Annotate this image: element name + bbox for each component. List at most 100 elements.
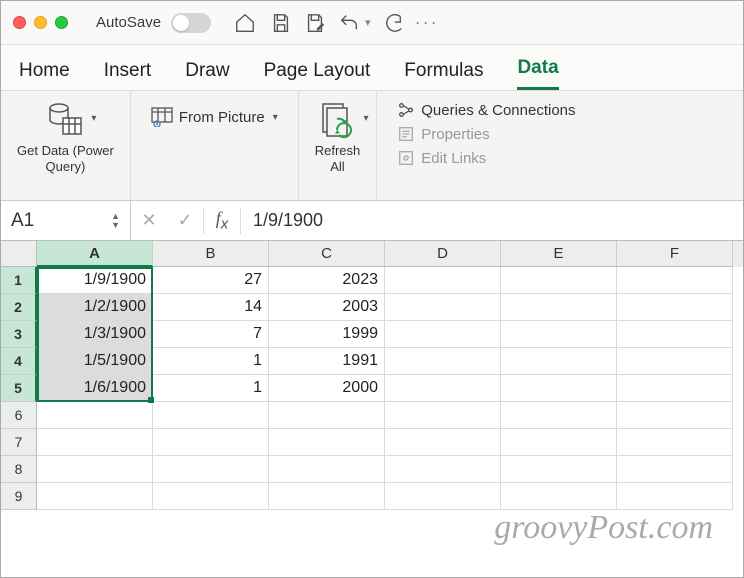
- row-header[interactable]: 8: [1, 456, 37, 483]
- cell[interactable]: 1/9/1900: [37, 267, 153, 294]
- get-data-button[interactable]: ▾ Get Data (Power Query): [17, 99, 114, 174]
- row-header[interactable]: 7: [1, 429, 37, 456]
- cell[interactable]: [385, 483, 501, 510]
- cell[interactable]: [153, 483, 269, 510]
- cell[interactable]: 7: [153, 321, 269, 348]
- cell[interactable]: [617, 429, 733, 456]
- tab-data[interactable]: Data: [517, 57, 558, 90]
- tab-page-layout[interactable]: Page Layout: [264, 60, 371, 90]
- cell[interactable]: [501, 483, 617, 510]
- cell[interactable]: 1999: [269, 321, 385, 348]
- cell[interactable]: [153, 456, 269, 483]
- cell[interactable]: [269, 456, 385, 483]
- cell[interactable]: [37, 402, 153, 429]
- cell[interactable]: [617, 375, 733, 402]
- cell[interactable]: [617, 321, 733, 348]
- from-picture-button[interactable]: From Picture ▾: [147, 103, 282, 131]
- row-header[interactable]: 6: [1, 402, 37, 429]
- more-icon[interactable]: ···: [415, 11, 439, 35]
- cell[interactable]: [385, 321, 501, 348]
- tab-draw[interactable]: Draw: [185, 60, 229, 90]
- cell[interactable]: 2023: [269, 267, 385, 294]
- table-row: 41/5/190011991: [1, 348, 743, 375]
- maximize-window-button[interactable]: [55, 16, 68, 29]
- refresh-all-button[interactable]: ▾ Refresh All: [315, 99, 361, 174]
- col-header-c[interactable]: C: [269, 241, 385, 267]
- cell[interactable]: [385, 375, 501, 402]
- accept-formula-button[interactable]: ✓: [167, 210, 203, 231]
- window-controls: [13, 16, 68, 29]
- name-box-stepper[interactable]: ▲▼: [111, 212, 120, 230]
- select-all-corner[interactable]: [1, 241, 37, 267]
- cell[interactable]: [385, 267, 501, 294]
- cell[interactable]: 1: [153, 375, 269, 402]
- formula-input[interactable]: 1/9/1900: [241, 210, 323, 231]
- cell[interactable]: 14: [153, 294, 269, 321]
- cell[interactable]: [269, 402, 385, 429]
- cell[interactable]: [617, 483, 733, 510]
- save-as-icon[interactable]: [303, 11, 327, 35]
- cell[interactable]: [37, 483, 153, 510]
- undo-icon[interactable]: [337, 11, 361, 35]
- cell[interactable]: [617, 348, 733, 375]
- cell[interactable]: [385, 348, 501, 375]
- cell[interactable]: [385, 429, 501, 456]
- cancel-formula-button[interactable]: ✕: [131, 210, 167, 231]
- row-header[interactable]: 2: [1, 294, 37, 321]
- cell[interactable]: [617, 402, 733, 429]
- home-icon[interactable]: [233, 11, 257, 35]
- cell[interactable]: [501, 402, 617, 429]
- cell[interactable]: 2000: [269, 375, 385, 402]
- row-header[interactable]: 9: [1, 483, 37, 510]
- cell[interactable]: [385, 402, 501, 429]
- undo-dropdown[interactable]: ▾: [365, 16, 371, 29]
- cell[interactable]: [501, 429, 617, 456]
- cell[interactable]: 1/3/1900: [37, 321, 153, 348]
- tab-insert[interactable]: Insert: [104, 60, 152, 90]
- cell[interactable]: [501, 375, 617, 402]
- cell[interactable]: 1/5/1900: [37, 348, 153, 375]
- autosave-toggle[interactable]: [171, 13, 211, 33]
- cell[interactable]: 1991: [269, 348, 385, 375]
- close-window-button[interactable]: [13, 16, 26, 29]
- cell[interactable]: [501, 321, 617, 348]
- col-header-a[interactable]: A: [37, 241, 153, 267]
- cell[interactable]: [501, 456, 617, 483]
- col-header-b[interactable]: B: [153, 241, 269, 267]
- cell[interactable]: [501, 267, 617, 294]
- col-header-e[interactable]: E: [501, 241, 617, 267]
- cell[interactable]: [37, 456, 153, 483]
- row-header[interactable]: 1: [1, 267, 37, 294]
- cell[interactable]: [385, 456, 501, 483]
- cell[interactable]: 1/6/1900: [37, 375, 153, 402]
- cell[interactable]: [153, 402, 269, 429]
- col-header-f[interactable]: F: [617, 241, 733, 267]
- cell[interactable]: 2003: [269, 294, 385, 321]
- cell[interactable]: 1: [153, 348, 269, 375]
- tab-home[interactable]: Home: [19, 60, 70, 90]
- redo-icon[interactable]: [381, 11, 405, 35]
- row-header[interactable]: 3: [1, 321, 37, 348]
- cell[interactable]: [617, 267, 733, 294]
- row-header[interactable]: 4: [1, 348, 37, 375]
- cell[interactable]: [269, 483, 385, 510]
- cell[interactable]: [617, 456, 733, 483]
- col-header-d[interactable]: D: [385, 241, 501, 267]
- spreadsheet-grid[interactable]: A B C D E F 11/9/190027202321/2/19001420…: [1, 241, 743, 577]
- cell[interactable]: 27: [153, 267, 269, 294]
- minimize-window-button[interactable]: [34, 16, 47, 29]
- cell[interactable]: [385, 294, 501, 321]
- queries-connections-button[interactable]: Queries & Connections: [397, 101, 575, 119]
- cell[interactable]: [617, 294, 733, 321]
- name-box[interactable]: A1 ▲▼: [1, 201, 131, 240]
- cell[interactable]: [501, 348, 617, 375]
- tab-formulas[interactable]: Formulas: [404, 60, 483, 90]
- row-header[interactable]: 5: [1, 375, 37, 402]
- cell[interactable]: [501, 294, 617, 321]
- cell[interactable]: 1/2/1900: [37, 294, 153, 321]
- cell[interactable]: [269, 429, 385, 456]
- fx-icon[interactable]: fx: [216, 208, 229, 233]
- cell[interactable]: [153, 429, 269, 456]
- save-icon[interactable]: [269, 11, 293, 35]
- cell[interactable]: [37, 429, 153, 456]
